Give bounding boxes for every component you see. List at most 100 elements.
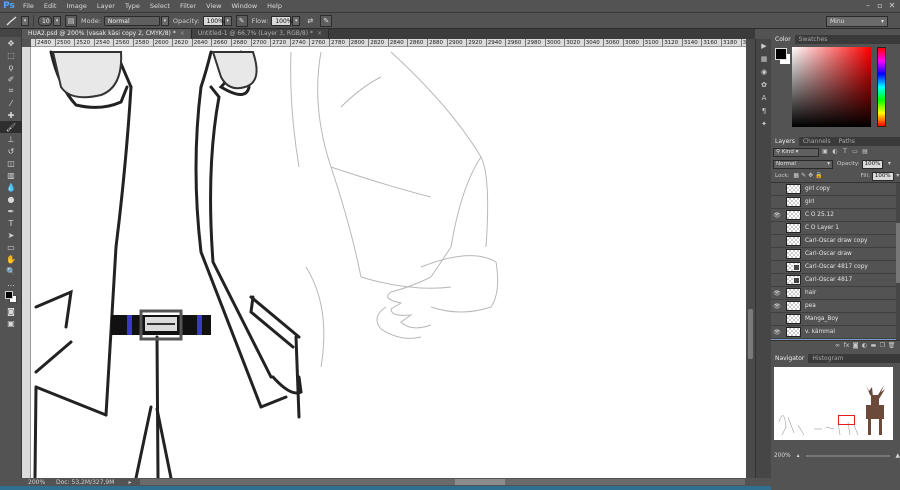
lasso-tool[interactable]: ϙ <box>0 61 22 73</box>
crop-tool[interactable]: ⌗ <box>0 85 22 97</box>
opacity-field[interactable]: 100% <box>202 15 224 26</box>
extra-tools[interactable]: … <box>0 277 22 289</box>
zoom-in-icon[interactable]: ▲ <box>896 453 900 459</box>
layers-scrollbar[interactable] <box>896 183 900 340</box>
menu-view[interactable]: View <box>201 0 226 12</box>
fill-field[interactable]: 100% <box>871 171 894 181</box>
actions-icon[interactable]: ◉ <box>756 65 772 78</box>
layer-row[interactable]: Carl-Oscar draw <box>771 248 900 261</box>
close-tab-icon[interactable]: × <box>180 30 185 37</box>
maximize-button[interactable]: ▫ <box>874 0 886 12</box>
brush-picker-dropdown[interactable]: ▾ <box>53 15 61 26</box>
brush-size-field[interactable]: 10 <box>38 15 52 26</box>
move-tool[interactable]: ✥ <box>0 37 22 49</box>
layer-row[interactable]: girl <box>771 196 900 209</box>
blend-mode-select[interactable]: Normal ▾ <box>773 159 833 169</box>
layer-row[interactable]: 👁 C O 25.12 <box>771 209 900 222</box>
group-folder-icon[interactable]: ▬ <box>869 342 878 349</box>
tab-layers[interactable]: Layers <box>771 137 799 146</box>
visibility-eye-icon[interactable]: 👁 <box>771 290 783 297</box>
color-swatches[interactable] <box>0 289 22 305</box>
layers-scroll-thumb[interactable] <box>896 223 900 283</box>
gradient-tool[interactable]: ▥ <box>0 169 22 181</box>
history-brush-tool[interactable]: ↺ <box>0 145 22 157</box>
trash-icon[interactable]: 🗑 <box>887 342 896 349</box>
eraser-tool[interactable]: ◫ <box>0 157 22 169</box>
layer-row[interactable]: Carl-Oscar 4817 <box>771 274 900 287</box>
layer-row[interactable]: girl copy <box>771 183 900 196</box>
zoom-tool[interactable]: 🔍 <box>0 265 22 277</box>
eyedropper-tool[interactable]: ⁄ <box>0 97 22 109</box>
shape-tool[interactable]: ▭ <box>0 241 22 253</box>
panel-foreground-color[interactable] <box>775 48 787 60</box>
hand-tool[interactable]: ✋ <box>0 253 22 265</box>
type-tool[interactable]: T <box>0 217 22 229</box>
mode-dropdown[interactable]: ▾ <box>160 15 169 26</box>
quick-mask-button[interactable]: ◙ <box>0 305 22 317</box>
opacity-slider-toggle[interactable]: ▾ <box>223 15 232 26</box>
clone-stamp-tool[interactable]: ⊥ <box>0 133 22 145</box>
paragraph-icon[interactable]: ¶ <box>756 104 772 117</box>
zoom-level[interactable]: 200% <box>22 479 45 486</box>
tab-histogram[interactable]: Histogram <box>808 354 847 363</box>
navigator-zoom-slider[interactable] <box>805 455 890 457</box>
close-button[interactable]: ✕ <box>886 0 898 12</box>
tab-swatches[interactable]: Swatches <box>795 35 832 44</box>
menu-help[interactable]: Help <box>262 0 287 12</box>
vertical-scrollbar[interactable] <box>746 39 755 478</box>
mask-icon[interactable]: ◙ <box>851 342 860 349</box>
layer-kind-filter[interactable]: ⚲ Kind ▾ <box>773 147 819 157</box>
play-icon[interactable]: ▶ <box>756 39 772 52</box>
new-layer-icon[interactable]: ❐ <box>878 342 887 349</box>
tab-paths[interactable]: Paths <box>835 137 859 146</box>
close-tab-icon[interactable]: × <box>317 30 322 37</box>
menu-file[interactable]: File <box>18 0 39 12</box>
quick-select-tool[interactable]: ✐ <box>0 73 22 85</box>
fx-icon[interactable]: fx <box>842 342 851 349</box>
visibility-eye-icon[interactable]: 👁 <box>771 303 783 310</box>
character-icon[interactable]: A <box>756 91 772 104</box>
link-icon[interactable]: ∞ <box>833 342 842 349</box>
minimize-button[interactable]: – <box>862 0 874 12</box>
layer-row[interactable]: Carl-Oscar draw copy <box>771 235 900 248</box>
properties-icon[interactable]: ✦ <box>756 117 772 130</box>
navigator-preview[interactable] <box>771 363 900 451</box>
brush-tool[interactable]: 🖌 <box>0 121 22 133</box>
hue-slider[interactable] <box>877 47 886 127</box>
brushes-icon[interactable]: ✿ <box>756 78 772 91</box>
airbrush-button[interactable]: ⇄ <box>304 15 316 27</box>
workspace-switcher[interactable]: Minu ▾ <box>826 16 888 27</box>
horizontal-scrollbar[interactable] <box>140 479 745 485</box>
blur-tool[interactable]: 💧 <box>0 181 22 193</box>
layer-row[interactable]: 👁 pea <box>771 300 900 313</box>
menu-layer[interactable]: Layer <box>92 0 120 12</box>
layer-row[interactable]: 👁vasak käsi copy 2 <box>771 339 900 340</box>
fill-chevron-icon[interactable]: ▾ <box>896 172 900 180</box>
menu-edit[interactable]: Edit <box>39 0 62 12</box>
lock-all-icon[interactable]: 🔒 <box>815 172 822 180</box>
filter-type-icon[interactable]: T <box>841 148 849 156</box>
navigator-view-box[interactable] <box>838 415 855 425</box>
layer-row[interactable]: 👁 v. kämmal <box>771 326 900 339</box>
menu-window[interactable]: Window <box>227 0 263 12</box>
history-icon[interactable]: ▦ <box>756 52 772 65</box>
layer-row[interactable]: Carl-Oscar 4817 copy <box>771 261 900 274</box>
status-menu-arrow-icon[interactable]: ▸ <box>128 479 131 486</box>
tab-channels[interactable]: Channels <box>799 137 835 146</box>
healing-tool[interactable]: ✚ <box>0 109 22 121</box>
layer-row[interactable]: Manga_Boy <box>771 313 900 326</box>
lock-position-icon[interactable]: ✥ <box>808 172 813 180</box>
marquee-tool[interactable]: ⬚ <box>0 49 22 61</box>
document-tab[interactable]: HUA2.psd @ 200% (vasak käsi copy 2, CMYK… <box>22 29 192 39</box>
layer-row[interactable]: C O Layer 1 <box>771 222 900 235</box>
menu-select[interactable]: Select <box>145 0 175 12</box>
lock-paint-icon[interactable]: ✎ <box>801 172 806 180</box>
document-tab[interactable]: Untitled-1 @ 66,7% (Layer 3, RGB/8) * × <box>191 29 329 39</box>
mode-select[interactable]: Normal <box>103 15 160 26</box>
layer-row[interactable]: 👁 hair <box>771 287 900 300</box>
tool-preset-picker[interactable] <box>4 15 20 27</box>
menu-type[interactable]: Type <box>120 0 145 12</box>
pen-tool[interactable]: ✒ <box>0 205 22 217</box>
tab-navigator[interactable]: Navigator <box>771 354 809 363</box>
document-canvas[interactable] <box>31 47 746 478</box>
